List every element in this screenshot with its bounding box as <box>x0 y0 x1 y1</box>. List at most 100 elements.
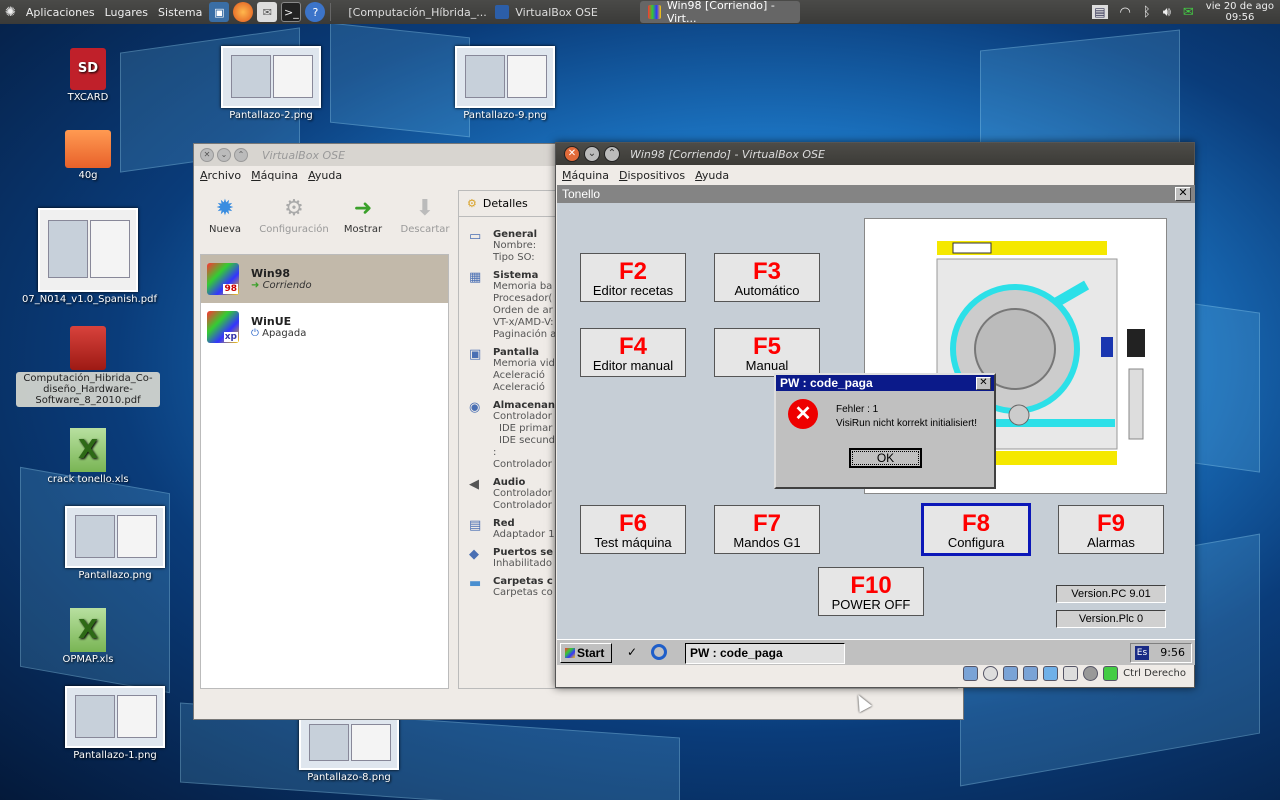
menu-maquina[interactable]: Máquina <box>251 169 298 182</box>
descartar-button[interactable]: ⬇ Descartar <box>394 190 456 250</box>
desktop-icon-pantallazo-8[interactable]: Pantallazo-8.png <box>294 716 404 783</box>
dialog-title: PW : code_paga <box>776 375 994 391</box>
menu-dispositivos[interactable]: Dispositivos <box>619 169 685 182</box>
network-icon[interactable] <box>1023 666 1039 681</box>
ok-button[interactable]: OK <box>849 448 922 468</box>
detail-line: Carpetas co <box>493 587 553 598</box>
host-key-label: Ctrl Derecho <box>1123 668 1186 679</box>
desktop-icon-opmap[interactable]: X OPMAP.xls <box>40 608 136 665</box>
mouse-integration-icon[interactable] <box>1083 666 1099 681</box>
desktop-icon-40g[interactable]: 40g <box>50 130 126 181</box>
desktop-icon-pdf-computacion[interactable]: Computación_Hibrida_Co-diseño_Hardware-S… <box>16 326 160 407</box>
menu-aplicaciones[interactable]: Aplicaciones <box>21 6 100 19</box>
wifi-icon[interactable]: ◠ <box>1120 5 1131 20</box>
window-titlebar[interactable]: ✕ ⌄ ⌃ Win98 [Corriendo] - VirtualBox OSE <box>556 143 1194 165</box>
f8-button[interactable]: F8 Configura <box>921 503 1031 556</box>
vm-row-winue[interactable]: xp WinUE ⏻ Apagada <box>201 303 448 351</box>
guest-screen[interactable]: Tonello ✕ F2 Editor recetas F3 Automátic… <box>557 185 1195 665</box>
fkey-label: Mandos G1 <box>733 535 801 550</box>
detail-line: Adaptador 1 <box>493 529 555 540</box>
f2-button[interactable]: F2 Editor recetas <box>580 253 686 302</box>
f6-button[interactable]: F6 Test máquina <box>580 505 686 554</box>
f10-button[interactable]: F10 POWER OFF <box>818 567 924 616</box>
tonello-title: Tonello <box>557 185 1195 203</box>
minimize-icon[interactable]: ⌄ <box>584 146 600 162</box>
fkey-label: POWER OFF <box>831 597 911 612</box>
menu-ayuda[interactable]: Ayuda <box>308 169 342 182</box>
bluetooth-icon[interactable]: ᛒ <box>1143 5 1151 20</box>
virtualbox-vm-window: ✕ ⌄ ⌃ Win98 [Corriendo] - VirtualBox OSE… <box>555 142 1195 688</box>
folder-icon: ▬ <box>469 576 482 591</box>
desktop-icon-pantallazo-1[interactable]: Pantallazo-1.png <box>60 686 170 761</box>
usb-icon[interactable] <box>1003 666 1019 681</box>
detail-line: Aceleració <box>493 382 545 393</box>
detail-line: Aceleració <box>493 370 545 381</box>
winxp-logo-icon: xp <box>207 311 239 343</box>
close-icon[interactable]: ✕ <box>564 146 580 162</box>
vm-row-win98[interactable]: 98 Win98 ➜ Corriendo <box>201 255 448 303</box>
quicklaunch-desktop-icon[interactable]: ✓ <box>627 645 637 659</box>
desktop-icon-pdf-spanish[interactable]: 07_N014_v1.0_Spanish.pdf <box>22 208 157 305</box>
keyboard-capture-icon[interactable] <box>1103 666 1119 681</box>
network-monitor-icon[interactable]: ▤ <box>1092 5 1108 19</box>
language-indicator[interactable]: Es <box>1135 646 1149 660</box>
cd-icon[interactable] <box>983 666 999 681</box>
minimize-icon[interactable]: ⌄ <box>217 148 231 162</box>
mail-icon[interactable]: ✉ <box>257 2 278 22</box>
desktop-icon-pantallazo-9[interactable]: Pantallazo-9.png <box>450 46 560 121</box>
help-icon[interactable]: ? <box>305 2 326 22</box>
close-icon[interactable]: ✕ <box>1175 187 1191 201</box>
firefox-icon[interactable] <box>233 2 254 22</box>
vm-status-bar: Ctrl Derecho <box>963 666 1186 681</box>
close-icon[interactable]: ✕ <box>200 148 214 162</box>
desktop-icon-txcard[interactable]: SD TXCARD <box>50 48 126 103</box>
start-button[interactable]: Start <box>560 643 612 663</box>
fkey-code: F5 <box>752 333 781 360</box>
menu-archivo[interactable]: Archivo <box>200 169 241 182</box>
f7-button[interactable]: F7 Mandos G1 <box>714 505 820 554</box>
section-heading: Red <box>493 518 515 529</box>
maximize-icon[interactable]: ⌃ <box>604 146 620 162</box>
section-heading: Audio <box>493 477 526 488</box>
mostrar-button[interactable]: ➜ Mostrar <box>332 190 394 250</box>
desktop-icon-label: Pantallazo-1.png <box>73 750 157 761</box>
ie-icon[interactable] <box>651 644 667 660</box>
display-icon[interactable] <box>1063 666 1079 681</box>
f5-button[interactable]: F5 Manual <box>714 328 820 377</box>
shared-folder-icon[interactable] <box>1043 666 1059 681</box>
menu-sistema[interactable]: Sistema <box>153 6 207 19</box>
tab-detalles[interactable]: ⚙ Detalles <box>458 190 558 216</box>
mail-indicator-icon[interactable]: ✉ <box>1183 5 1194 20</box>
clock-time: 09:56 <box>1225 12 1255 23</box>
network-icon: ▤ <box>469 518 482 533</box>
volume-icon[interactable]: 🔊︎ <box>1163 5 1171 20</box>
ubuntu-logo-icon[interactable]: ✺ <box>0 5 21 20</box>
f3-button[interactable]: F3 Automático <box>714 253 820 302</box>
taskbar-virtualbox-manager[interactable]: VirtualBox OSE <box>487 1 637 23</box>
clock[interactable]: vie 20 de ago 09:56 <box>1200 1 1280 23</box>
green-arrow-icon: ➜ <box>353 196 373 221</box>
menu-maquina[interactable]: Máquina <box>562 169 609 182</box>
desktop-icon-pantallazo[interactable]: Pantallazo.png <box>60 506 170 581</box>
taskbar-pdf-document[interactable]: [Computación_Híbrida_... <box>334 1 486 23</box>
monitor-launcher-icon[interactable]: ▣ <box>209 2 230 22</box>
menu-ayuda[interactable]: Ayuda <box>695 169 729 182</box>
hard-disk-icon[interactable] <box>963 666 979 681</box>
menu-lugares[interactable]: Lugares <box>100 6 153 19</box>
desktop-icon-label: Pantallazo-9.png <box>463 110 547 121</box>
close-icon[interactable]: ✕ <box>976 377 991 390</box>
nueva-label: Nueva <box>208 224 242 235</box>
maximize-icon[interactable]: ⌃ <box>234 148 248 162</box>
terminal-icon[interactable]: >_ <box>281 2 302 22</box>
configuracion-label: Configuración <box>259 224 329 235</box>
desktop-icon-pantallazo-2[interactable]: Pantallazo-2.png <box>216 46 326 121</box>
taskbar-pw-code-paga[interactable]: PW : code_paga <box>685 643 845 664</box>
fkey-code: F8 <box>961 510 990 537</box>
f9-button[interactable]: F9 Alarmas <box>1058 505 1164 554</box>
taskbar-win98-vm[interactable]: Win98 [Corriendo] - Virt... <box>640 0 801 25</box>
nueva-button[interactable]: ✹ Nueva <box>194 190 256 250</box>
f4-button[interactable]: F4 Editor manual <box>580 328 686 377</box>
display-icon: ▣ <box>469 347 482 362</box>
desktop-icon-crack-tonello[interactable]: X crack tonello.xls <box>40 428 136 485</box>
configuracion-button[interactable]: ⚙ Configuración <box>256 190 332 250</box>
